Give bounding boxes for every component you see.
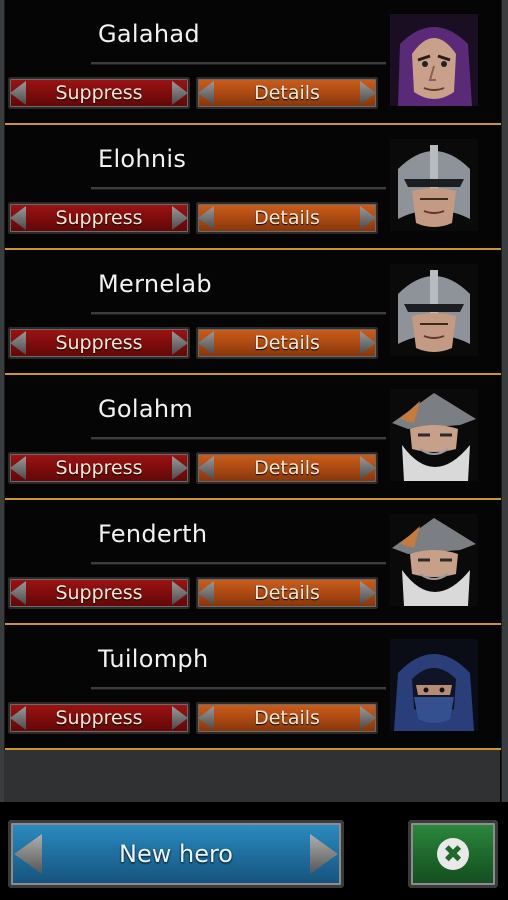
arrow-left-ornament-icon <box>10 456 26 480</box>
arrow-right-ornament-icon <box>360 456 376 480</box>
name-underline <box>91 312 386 315</box>
arrow-left-ornament-icon <box>198 581 214 605</box>
name-underline <box>91 62 386 65</box>
arrow-left-ornament-icon <box>10 706 26 730</box>
arrow-right-ornament-icon <box>172 456 188 480</box>
hooded-mage-purple-portrait <box>390 14 478 106</box>
hero-row: Tuilomph Suppress Details <box>5 625 501 750</box>
arrow-left-ornament-icon <box>198 81 214 105</box>
name-underline <box>91 562 386 565</box>
arrow-left-ornament-icon <box>14 834 42 874</box>
helmeted-knight-portrait <box>390 139 478 231</box>
suppress-button[interactable]: Suppress <box>8 702 190 734</box>
bearded-wizard-portrait <box>390 514 478 606</box>
hero-list-panel: Galahad Suppress Details Elohnis Suppres… <box>4 0 502 802</box>
arrow-right-ornament-icon <box>172 331 188 355</box>
arrow-left-ornament-icon <box>10 81 26 105</box>
suppress-button[interactable]: Suppress <box>8 202 190 234</box>
helmeted-knight-portrait <box>390 264 478 356</box>
hero-row: Golahm Suppress Details <box>5 375 501 500</box>
blue-hooded-rogue-portrait <box>390 639 478 731</box>
suppress-button[interactable]: Suppress <box>8 577 190 609</box>
arrow-right-ornament-icon <box>360 206 376 230</box>
arrow-left-ornament-icon <box>198 206 214 230</box>
arrow-right-ornament-icon <box>172 81 188 105</box>
details-button[interactable]: Details <box>196 77 378 109</box>
hero-name: Elohnis <box>98 145 187 173</box>
arrow-right-ornament-icon <box>360 331 376 355</box>
suppress-button[interactable]: Suppress <box>8 452 190 484</box>
new-hero-label: New hero <box>119 840 233 868</box>
arrow-left-ornament-icon <box>10 581 26 605</box>
arrow-left-ornament-icon <box>198 456 214 480</box>
arrow-left-ornament-icon <box>10 331 26 355</box>
arrow-right-ornament-icon <box>310 834 338 874</box>
arrow-right-ornament-icon <box>172 206 188 230</box>
hero-row: Elohnis Suppress Details <box>5 125 501 250</box>
arrow-right-ornament-icon <box>172 706 188 730</box>
new-hero-button[interactable]: New hero <box>8 820 344 888</box>
details-button[interactable]: Details <box>196 452 378 484</box>
arrow-left-ornament-icon <box>10 206 26 230</box>
close-button[interactable]: ✖ <box>408 820 498 888</box>
list-empty-area <box>4 750 500 802</box>
arrow-right-ornament-icon <box>360 706 376 730</box>
suppress-button[interactable]: Suppress <box>8 327 190 359</box>
details-button[interactable]: Details <box>196 702 378 734</box>
hero-name: Tuilomph <box>98 645 209 673</box>
arrow-left-ornament-icon <box>198 331 214 355</box>
details-button[interactable]: Details <box>196 327 378 359</box>
hero-row: Fenderth Suppress Details <box>5 500 501 625</box>
hero-list: Galahad Suppress Details Elohnis Suppres… <box>5 0 501 750</box>
name-underline <box>91 687 386 690</box>
hero-row: Galahad Suppress Details <box>5 0 501 125</box>
name-underline <box>91 437 386 440</box>
details-button[interactable]: Details <box>196 577 378 609</box>
arrow-left-ornament-icon <box>198 706 214 730</box>
bearded-wizard-portrait <box>390 389 478 481</box>
arrow-right-ornament-icon <box>360 581 376 605</box>
arrow-right-ornament-icon <box>360 81 376 105</box>
name-underline <box>91 187 386 190</box>
hero-row: Mernelab Suppress Details <box>5 250 501 375</box>
hero-name: Fenderth <box>98 520 208 548</box>
hero-name: Golahm <box>98 395 194 423</box>
close-icon: ✖ <box>437 838 469 870</box>
hero-name: Galahad <box>98 20 200 48</box>
hero-name: Mernelab <box>98 270 212 298</box>
suppress-button[interactable]: Suppress <box>8 77 190 109</box>
arrow-right-ornament-icon <box>172 581 188 605</box>
details-button[interactable]: Details <box>196 202 378 234</box>
